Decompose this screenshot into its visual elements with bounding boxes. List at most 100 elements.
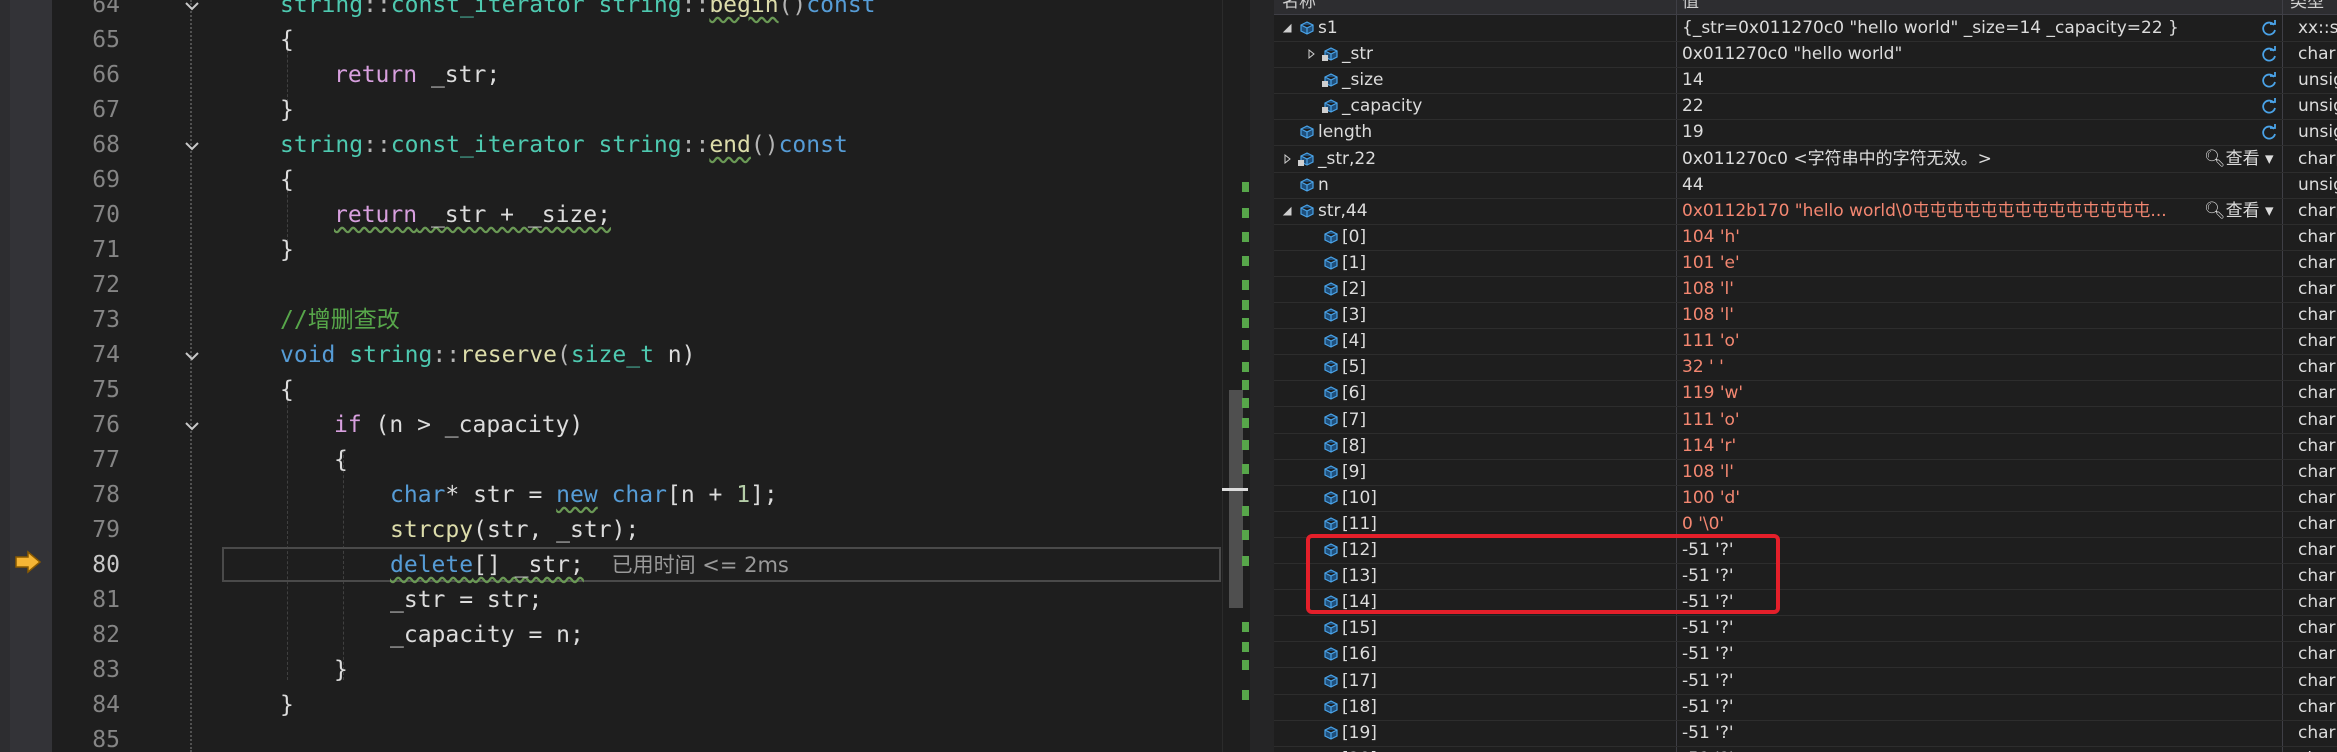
code-line[interactable]: 71 } [52,233,1222,268]
watch-row[interactable]: [6] 119 'w' char [1274,380,2337,408]
watch-window[interactable]: 名称 值 类型 s1 {_str=0x011270c0 "hello world"… [1274,0,2337,752]
code-line[interactable]: 83 } [52,653,1222,688]
refresh-icon[interactable] [2260,98,2278,116]
code-line[interactable]: 85 [52,723,1222,752]
code-line[interactable]: 70 return _str + _size; [52,198,1222,233]
watch-item-value[interactable]: 108 'l' [1682,459,2282,485]
watch-item-value[interactable]: 44 [1682,172,2282,198]
code-line[interactable]: 64 string::const_iterator string::begin(… [52,0,1222,23]
watch-row[interactable]: _size 14 unsigne [1274,67,2337,95]
watch-row[interactable]: [1] 101 'e' char [1274,250,2337,277]
scrollbar-thumb[interactable] [1229,390,1243,608]
watch-item-value[interactable]: 119 'w' [1682,380,2282,406]
watch-item-value[interactable]: 101 'e' [1682,250,2282,276]
watch-row[interactable]: [17] -51 '?' char [1274,668,2337,695]
watch-row[interactable]: s1 {_str=0x011270c0 "hello world" _size=1… [1274,15,2337,42]
watch-row[interactable]: [19] -51 '?' char [1274,720,2337,747]
refresh-icon[interactable] [2260,20,2278,38]
code-line[interactable]: 82 _capacity = n; [52,618,1222,653]
code-editor[interactable]: 64 string::const_iterator string::begin(… [0,0,1250,752]
code-line[interactable]: 84 } [52,688,1222,723]
field-icon [1324,517,1338,531]
watch-item-value[interactable]: 114 'r' [1682,433,2282,459]
watch-row[interactable]: _str,22 0x011270c0 <字符串中的字符无效。> 🔍︎查看 ▾ char… [1274,146,2337,173]
watch-item-value[interactable]: 14 [1682,67,2282,93]
watch-item-value[interactable]: 100 'd' [1682,485,2282,511]
code-line[interactable]: 78 char* str = new char[n + 1]; [52,478,1222,513]
collapsed-triangle-icon[interactable] [1306,49,1316,60]
watch-row[interactable]: [18] -51 '?' char [1274,694,2337,721]
watch-item-value[interactable]: {_str=0x011270c0 "hello world" _size=14 … [1682,15,2282,41]
watch-row[interactable]: [9] 108 'l' char [1274,459,2337,486]
watch-row[interactable]: [3] 108 'l' char [1274,302,2337,330]
watch-item-value[interactable]: 104 'h' [1682,224,2282,250]
watch-item-value[interactable]: 0x0112b170 "hello world\0屯屯屯屯屯屯屯屯屯屯屯屯屯屯.… [1682,198,2197,224]
watch-item-value[interactable]: 32 ' ' [1682,354,2282,380]
code-line[interactable]: 67 } [52,93,1222,128]
watch-item-value[interactable]: -51 '?' [1682,641,2282,667]
code-line[interactable]: 81 _str = str; [52,583,1222,618]
watch-row[interactable]: [20] -51 '?' char [1274,746,2337,752]
fold-chevron-icon[interactable] [182,346,202,366]
breakpoint-margin[interactable] [10,0,52,752]
fold-chevron-icon[interactable] [182,136,202,156]
watch-row[interactable]: [4] 111 'o' char [1274,328,2337,356]
code-line[interactable]: 76 if (n > _capacity) [52,408,1222,443]
column-header-type[interactable]: 类型 [2290,0,2324,14]
watch-item-value[interactable]: 19 [1682,119,2282,145]
watch-item-value[interactable]: 22 [1682,93,2282,119]
watch-row[interactable]: [16] -51 '?' char [1274,641,2337,669]
expanded-triangle-icon[interactable] [1282,23,1292,33]
column-header-name[interactable]: 名称 [1282,0,1316,14]
panel-splitter[interactable] [1250,0,1275,752]
refresh-icon[interactable] [2260,72,2278,90]
watch-row[interactable]: _str 0x011270c0 "hello world" char * [1274,41,2337,69]
code-line[interactable]: 66 return _str; [52,58,1222,93]
collapsed-triangle-icon[interactable] [1282,153,1292,164]
code-line[interactable]: 75 { [52,373,1222,408]
expanded-triangle-icon[interactable] [1282,206,1292,216]
watch-item-value[interactable]: -51 '?' [1682,668,2282,694]
watch-row[interactable]: [5] 32 ' ' char [1274,354,2337,382]
code-line[interactable]: 68 string::const_iterator string::end()c… [52,128,1222,163]
code-line[interactable]: 79 strcpy(str, _str); [52,513,1222,548]
watch-row[interactable]: n 44 unsigne [1274,172,2337,199]
code-line[interactable]: 72 [52,268,1222,303]
editor-scrollbar[interactable] [1222,0,1250,752]
code-line[interactable]: 77 { [52,443,1222,478]
watch-item-value[interactable]: -51 '?' [1682,615,2282,641]
watch-row[interactable]: [8] 114 'r' char [1274,433,2337,460]
view-visualizer-button[interactable]: 🔍︎查看 ▾ [2204,146,2274,172]
watch-item-value[interactable]: -51 '?' [1682,720,2282,746]
code-line[interactable]: 69 { [52,163,1222,198]
watch-row[interactable]: [0] 104 'h' char [1274,224,2337,251]
watch-row[interactable]: [15] -51 '?' char [1274,615,2337,643]
watch-row[interactable]: [7] 111 'o' char [1274,407,2337,434]
watch-item-value[interactable]: 108 'l' [1682,302,2282,328]
watch-item-value[interactable]: 0x011270c0 "hello world" [1682,41,2282,67]
refresh-icon[interactable] [2260,124,2278,142]
watch-item-value[interactable]: 0 '\0' [1682,511,2282,537]
watch-row[interactable]: length 19 unsigne [1274,119,2337,147]
watch-item-value[interactable]: 111 'o' [1682,328,2282,354]
code-line[interactable]: 73 //增删查改 [52,303,1222,338]
watch-item-value[interactable]: 111 'o' [1682,407,2282,433]
view-visualizer-button[interactable]: 🔍︎查看 ▾ [2204,198,2274,224]
watch-item-value[interactable]: -51 '?' [1682,694,2282,720]
watch-row[interactable]: str,44 0x0112b170 "hello world\0屯屯屯屯屯屯屯屯屯… [1274,198,2337,225]
watch-item-value[interactable]: -51 '?' [1682,746,2282,752]
change-marker [1242,440,1249,450]
refresh-icon[interactable] [2260,46,2278,64]
code-line[interactable]: 74 void string::reserve(size_t n) [52,338,1222,373]
fold-chevron-icon[interactable] [182,416,202,436]
column-header-value[interactable]: 值 [1682,0,1699,14]
watch-row[interactable]: [2] 108 'l' char [1274,276,2337,303]
line-number: 85 [92,727,120,752]
fold-chevron-icon[interactable] [182,0,202,16]
code-line[interactable]: 65 { [52,23,1222,58]
watch-row[interactable]: [10] 100 'd' char [1274,485,2337,512]
watch-item-value[interactable]: 108 'l' [1682,276,2282,302]
watch-row[interactable]: _capacity 22 unsigne [1274,93,2337,121]
watch-item-value[interactable]: 0x011270c0 <字符串中的字符无效。> [1682,146,2197,172]
code-line-current[interactable]: 80 delete[] _str; 已用时间 <= 2ms [52,548,1222,583]
